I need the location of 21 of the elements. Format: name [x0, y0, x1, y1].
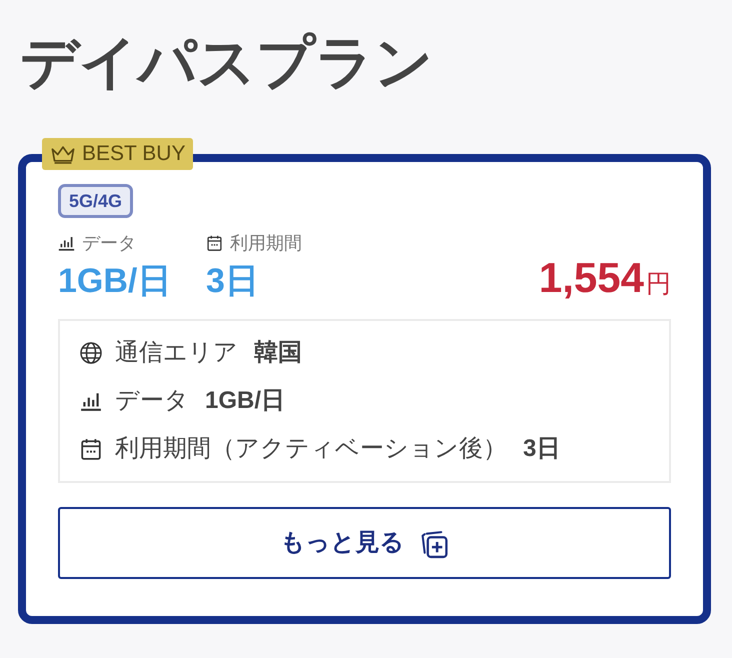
- price-unit: 円: [646, 269, 671, 299]
- badge-text: BEST BUY: [82, 142, 186, 166]
- detail-label: 通信エリア: [115, 338, 238, 368]
- more-button[interactable]: もっと見る: [58, 507, 671, 579]
- crown-icon: [50, 144, 76, 164]
- network-tag: 5G/4G: [58, 184, 134, 218]
- bar-chart-icon: [58, 235, 75, 251]
- detail-value: 1GB/日: [205, 386, 286, 416]
- calendar-icon: [206, 235, 223, 251]
- spec-value: 1GB/日: [58, 261, 172, 301]
- detail-label: データ: [115, 386, 189, 416]
- detail-label: 利用期間（アクティベーション後）: [115, 434, 507, 464]
- page-title: デイパスプラン: [19, 29, 434, 97]
- calendar-icon: [80, 438, 102, 460]
- spec-value: 3日: [206, 261, 260, 301]
- spec-label: データ: [82, 232, 136, 255]
- globe-icon: [80, 342, 102, 364]
- detail-value: 韓国: [254, 338, 302, 368]
- detail-value: 3日: [523, 434, 560, 464]
- price-amount: 1,554: [538, 255, 644, 301]
- spec-label: 利用期間: [230, 232, 302, 255]
